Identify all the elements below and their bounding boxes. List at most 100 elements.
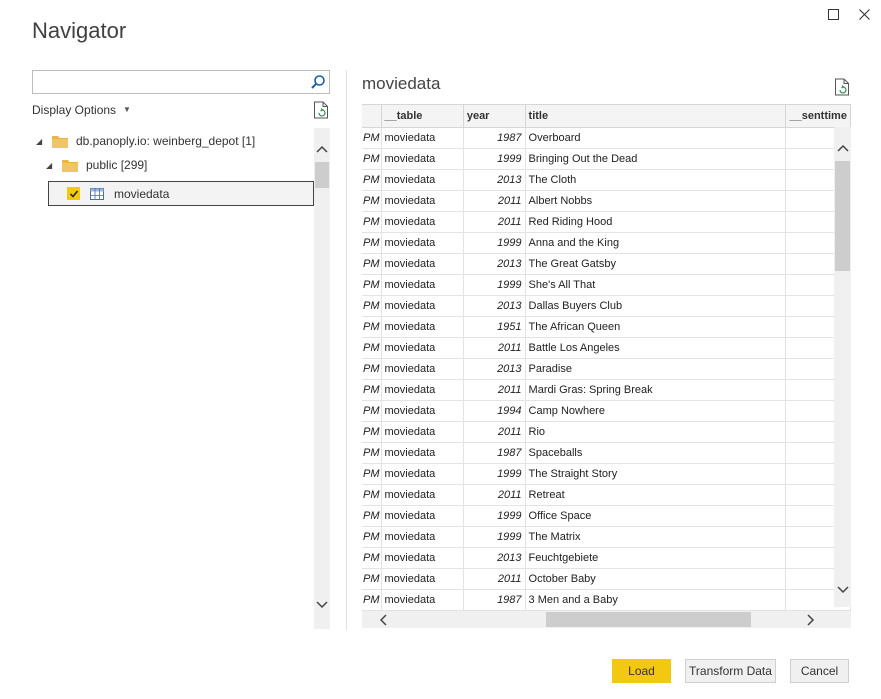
table-cell[interactable]: 2013 — [463, 295, 526, 317]
table-cell[interactable]: Office Space — [525, 505, 787, 527]
column-header[interactable]: __table — [381, 105, 464, 128]
scroll-thumb[interactable] — [835, 161, 850, 271]
table-cell[interactable]: 1999 — [463, 232, 526, 254]
table-cell[interactable]: 1951 — [463, 316, 526, 338]
refresh-icon[interactable] — [313, 101, 329, 119]
column-header[interactable]: year — [463, 105, 526, 128]
table-cell[interactable]: The Great Gatsby — [525, 253, 787, 275]
table-cell[interactable]: moviedata — [381, 589, 464, 611]
load-button[interactable]: Load — [612, 659, 671, 683]
table-cell[interactable]: moviedata — [381, 358, 464, 380]
table-cell[interactable]: moviedata — [381, 169, 464, 191]
table-cell[interactable]: 2011 — [463, 568, 526, 590]
table-cell[interactable]: 1987 — [463, 442, 526, 464]
tree-node-server[interactable]: ◢ db.panoply.io: weinberg_depot [1] — [36, 129, 255, 153]
table-cell[interactable]: 2011 — [463, 484, 526, 506]
scroll-down-button[interactable] — [314, 598, 330, 612]
maximize-button[interactable] — [823, 4, 843, 24]
table-cell[interactable]: 1994 — [463, 400, 526, 422]
table-cell[interactable]: moviedata — [381, 442, 464, 464]
search-icon[interactable] — [310, 74, 326, 90]
table-cell[interactable]: moviedata — [381, 568, 464, 590]
table-cell[interactable]: PM — [362, 589, 382, 611]
refresh-icon[interactable] — [834, 78, 850, 96]
table-cell[interactable]: PM — [362, 463, 382, 485]
tree-node-schema[interactable]: ◢ public [299] — [46, 153, 147, 177]
table-cell[interactable]: 2011 — [463, 211, 526, 233]
table-cell[interactable]: PM — [362, 358, 382, 380]
column-header[interactable] — [362, 105, 382, 128]
table-cell[interactable]: moviedata — [381, 232, 464, 254]
table-cell[interactable]: PM — [362, 190, 382, 212]
table-cell[interactable]: Bringing Out the Dead — [525, 148, 787, 170]
preview-grid[interactable]: __table year title __senttime PM moviedat… — [362, 104, 851, 611]
table-cell[interactable]: moviedata — [381, 400, 464, 422]
grid-horizontal-scrollbar[interactable] — [362, 611, 851, 628]
table-cell[interactable]: PM — [362, 505, 382, 527]
table-cell[interactable]: PM — [362, 295, 382, 317]
table-cell[interactable]: She's All That — [525, 274, 787, 296]
table-cell[interactable]: moviedata — [381, 526, 464, 548]
scroll-up-button[interactable] — [314, 142, 330, 156]
table-cell[interactable]: PM — [362, 169, 382, 191]
table-cell[interactable]: Feuchtgebiete — [525, 547, 787, 569]
table-cell[interactable]: moviedata — [381, 253, 464, 275]
cancel-button[interactable]: Cancel — [790, 659, 849, 683]
table-cell[interactable]: moviedata — [381, 337, 464, 359]
table-cell[interactable]: Rio — [525, 421, 787, 443]
scroll-down-button[interactable] — [834, 583, 851, 597]
table-cell[interactable]: moviedata — [381, 295, 464, 317]
table-cell[interactable]: Overboard — [525, 127, 787, 149]
table-cell[interactable]: Dallas Buyers Club — [525, 295, 787, 317]
table-cell[interactable]: PM — [362, 148, 382, 170]
table-cell[interactable]: moviedata — [381, 127, 464, 149]
table-cell[interactable]: PM — [362, 484, 382, 506]
table-cell[interactable]: 1999 — [463, 463, 526, 485]
table-cell[interactable]: PM — [362, 526, 382, 548]
table-cell[interactable]: moviedata — [381, 379, 464, 401]
table-cell[interactable]: PM — [362, 547, 382, 569]
table-cell[interactable]: moviedata — [381, 547, 464, 569]
table-cell[interactable]: 1999 — [463, 274, 526, 296]
grid-vertical-scrollbar[interactable] — [834, 127, 851, 607]
table-cell[interactable]: PM — [362, 232, 382, 254]
scroll-up-button[interactable] — [834, 141, 851, 155]
table-cell[interactable]: PM — [362, 274, 382, 296]
expand-triangle-icon[interactable]: ◢ — [36, 137, 44, 146]
table-cell[interactable]: Anna and the King — [525, 232, 787, 254]
column-header[interactable]: __senttime — [785, 105, 851, 128]
table-cell[interactable]: moviedata — [381, 463, 464, 485]
table-cell[interactable]: 2013 — [463, 253, 526, 275]
table-cell[interactable]: 2011 — [463, 337, 526, 359]
table-cell[interactable]: 2011 — [463, 421, 526, 443]
table-cell[interactable]: Spaceballs — [525, 442, 787, 464]
table-cell[interactable]: moviedata — [381, 421, 464, 443]
table-cell[interactable]: Red Riding Hood — [525, 211, 787, 233]
table-checkbox[interactable] — [67, 187, 80, 200]
table-cell[interactable]: Albert Nobbs — [525, 190, 787, 212]
table-cell[interactable]: PM — [362, 400, 382, 422]
table-cell[interactable]: PM — [362, 442, 382, 464]
table-cell[interactable]: 2011 — [463, 379, 526, 401]
table-cell[interactable]: Retreat — [525, 484, 787, 506]
scroll-thumb[interactable] — [315, 162, 329, 188]
table-cell[interactable]: PM — [362, 379, 382, 401]
table-cell[interactable]: moviedata — [381, 190, 464, 212]
close-button[interactable] — [854, 4, 874, 24]
table-cell[interactable]: Paradise — [525, 358, 787, 380]
table-cell[interactable]: Battle Los Angeles — [525, 337, 787, 359]
scroll-thumb[interactable] — [546, 612, 751, 627]
table-cell[interactable]: moviedata — [381, 505, 464, 527]
expand-triangle-icon[interactable]: ◢ — [46, 161, 54, 170]
table-cell[interactable]: 1999 — [463, 526, 526, 548]
table-cell[interactable]: The Straight Story — [525, 463, 787, 485]
table-cell[interactable]: PM — [362, 568, 382, 590]
table-cell[interactable]: 1999 — [463, 505, 526, 527]
table-cell[interactable]: moviedata — [381, 148, 464, 170]
table-cell[interactable]: PM — [362, 421, 382, 443]
table-cell[interactable]: PM — [362, 127, 382, 149]
search-box[interactable] — [32, 70, 330, 94]
tree-node-table-moviedata[interactable]: moviedata — [48, 181, 314, 206]
table-cell[interactable]: 2011 — [463, 190, 526, 212]
table-cell[interactable]: PM — [362, 316, 382, 338]
